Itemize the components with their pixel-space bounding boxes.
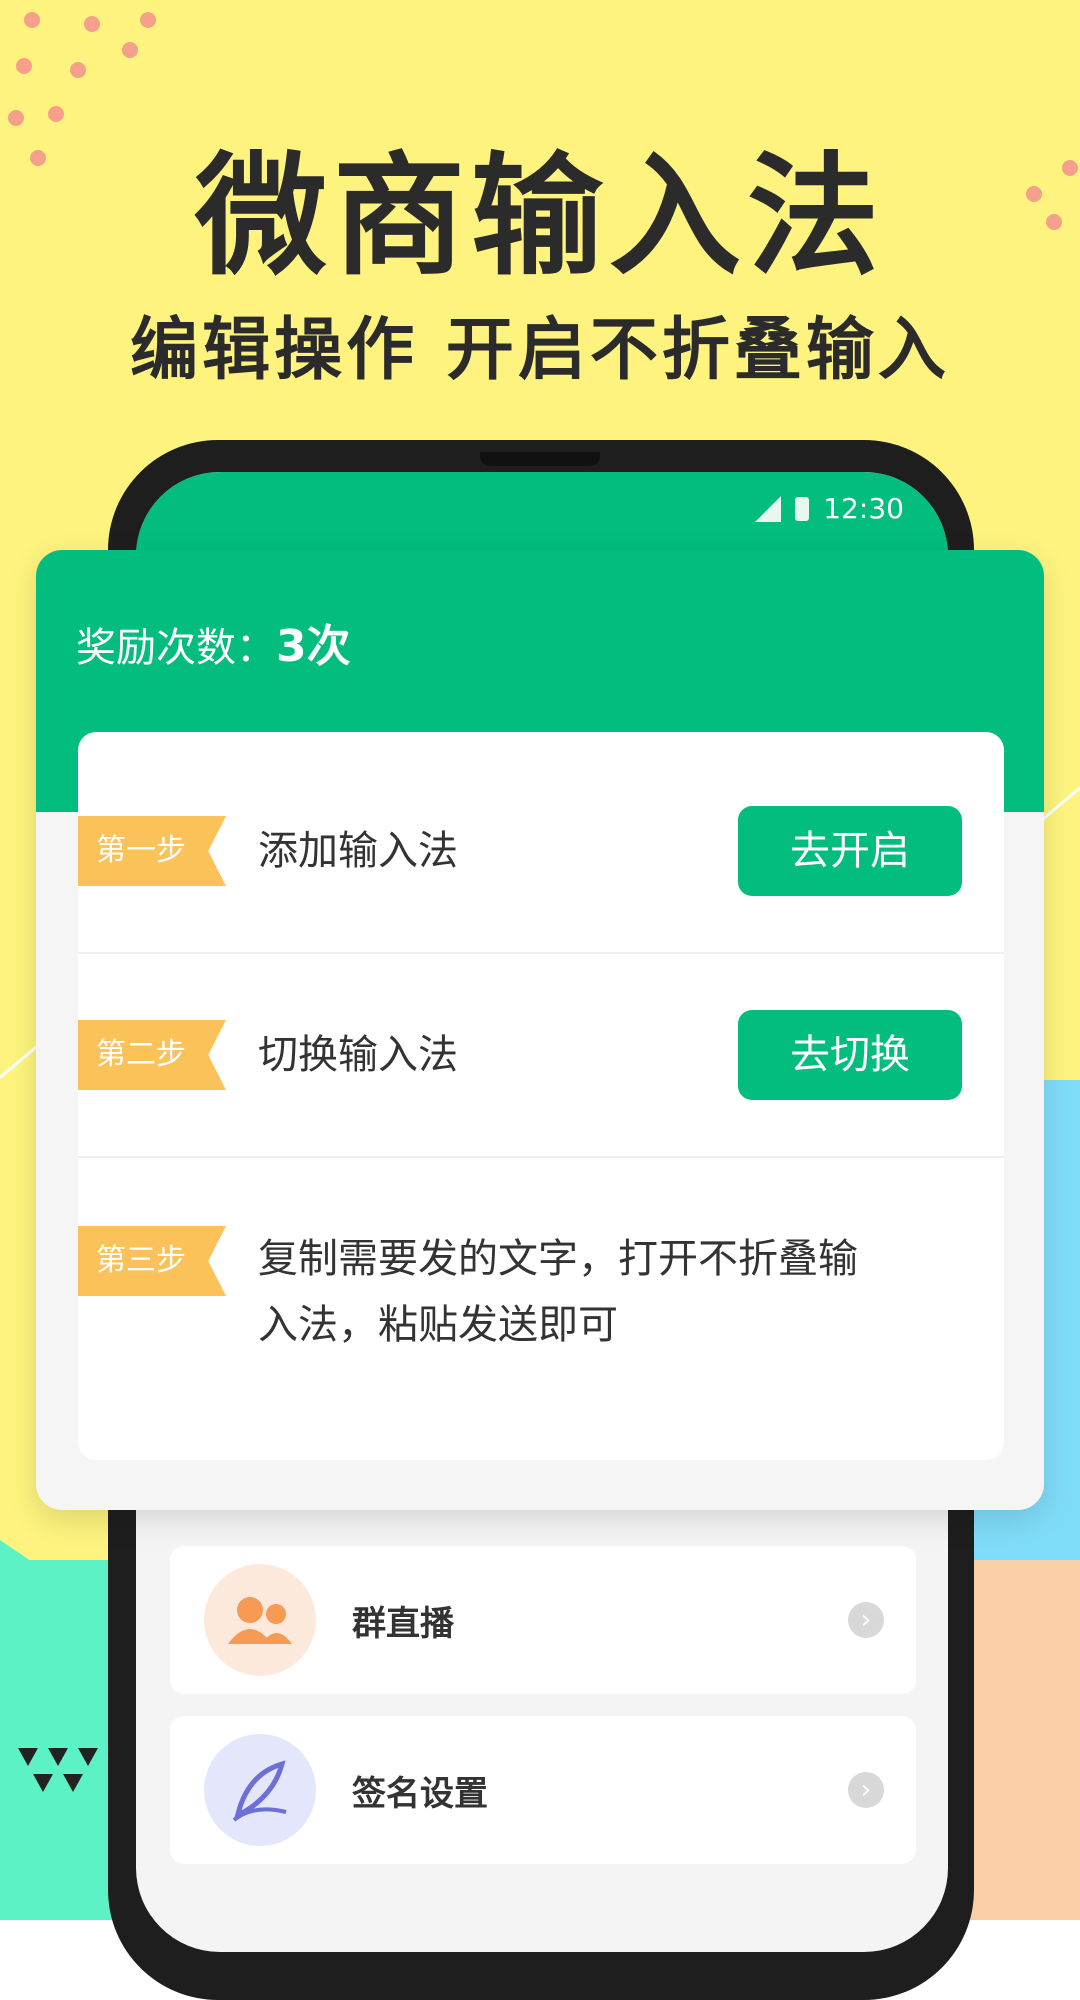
signal-icon	[755, 495, 782, 522]
phone-notch	[480, 452, 600, 466]
steps-panel: 第一步 添加输入法 去开启 第二步 切换输入法 去切换 第三步 复制需要发的文字…	[78, 732, 1004, 1460]
reward-count: 奖励次数：3次	[76, 610, 351, 674]
step-row: 第二步 切换输入法 去切换	[78, 954, 1004, 1156]
quill-icon	[204, 1734, 316, 1846]
steps-card: 奖励次数：3次 第一步 添加输入法 去开启 第二步 切换输入法 去切换 第三步 …	[36, 550, 1044, 1510]
step-text: 添加输入法	[258, 828, 458, 874]
decor-dot	[24, 12, 40, 28]
status-bar: 12:30	[755, 492, 904, 525]
battery-icon	[795, 496, 810, 521]
decor-dot	[122, 42, 138, 58]
decor-dot	[140, 12, 156, 28]
decor-triangles	[18, 1748, 98, 1792]
step-tag: 第二步	[78, 1020, 226, 1090]
decor-dot	[70, 62, 86, 78]
decor-dot	[16, 58, 32, 74]
menu-item-label: 签名设置	[352, 1774, 488, 1814]
step-text: 切换输入法	[258, 1032, 458, 1078]
step-tag: 第三步	[78, 1226, 226, 1296]
reward-label: 奖励次数：	[76, 625, 276, 671]
chevron-right-icon: ›	[848, 1772, 884, 1808]
hero-title: 微商输入法	[195, 140, 885, 294]
enable-button[interactable]: 去开启	[738, 806, 962, 896]
switch-button[interactable]: 去切换	[738, 1010, 962, 1100]
chevron-right-icon: ›	[848, 1602, 884, 1638]
step-text-line1: 复制需要发的文字，打开不折叠输	[258, 1236, 858, 1282]
menu-item-signature[interactable]: 签名设置 ›	[170, 1716, 916, 1864]
menu-item-label: 群直播	[352, 1604, 454, 1644]
step-text-line2: 入法，粘贴发送即可	[258, 1302, 618, 1348]
reward-value: 3次	[276, 621, 351, 672]
step-row: 第三步 复制需要发的文字，打开不折叠输 入法，粘贴发送即可	[78, 1158, 1004, 1460]
status-time: 12:30	[823, 492, 904, 525]
group-icon	[204, 1564, 316, 1676]
menu-item-group-live[interactable]: 群直播 ›	[170, 1546, 916, 1694]
hero-subtitle: 编辑操作 开启不折叠输入	[130, 311, 950, 390]
decor-dot	[84, 16, 100, 32]
step-tag: 第一步	[78, 816, 226, 886]
step-row: 第一步 添加输入法 去开启	[78, 732, 1004, 952]
decor-line	[1039, 781, 1080, 823]
